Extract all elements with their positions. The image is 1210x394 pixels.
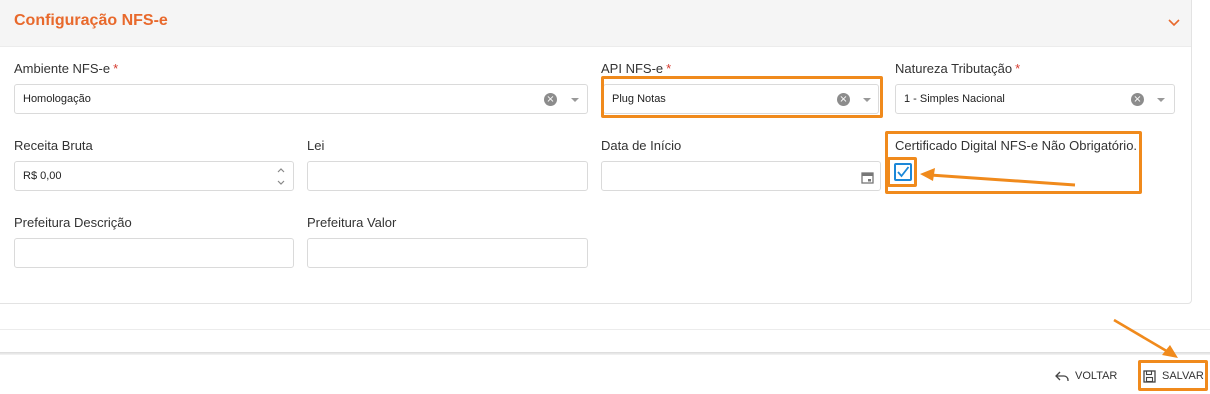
annotation-arrow [920,168,1076,187]
divider [0,329,1210,330]
required-marker: * [113,61,119,76]
dropdown-caret-icon[interactable] [1157,98,1165,102]
highlight-api-box [601,76,883,118]
data-inicio-input[interactable] [601,161,881,191]
required-marker: * [666,61,672,76]
voltar-button[interactable]: VOLTAR [1055,363,1117,389]
panel-header[interactable]: Configuração NFS-e [0,0,1191,47]
spinner-down-icon[interactable] [276,179,286,187]
prefeitura-valor-input[interactable] [307,238,588,268]
page: Configuração NFS-e Ambiente NFS-e * Homol… [0,0,1210,394]
clear-icon[interactable]: × [544,93,557,106]
prefeitura-descricao-input[interactable] [14,238,294,268]
dropdown-caret-icon[interactable] [571,98,579,102]
natureza-label: Natureza Tributação * [895,61,1021,76]
api-label: API NFS-e * [601,61,672,76]
spinner-up-icon[interactable] [276,166,286,174]
back-arrow-icon [1055,371,1069,381]
prefeitura-descricao-label: Prefeitura Descrição [14,215,132,230]
lei-label: Lei [307,138,325,153]
required-marker: * [1015,61,1021,76]
receita-label: Receita Bruta [14,138,93,153]
prefeitura-valor-label: Prefeitura Valor [307,215,397,230]
ambiente-select[interactable]: Homologação × [14,84,588,114]
calendar-icon[interactable] [861,171,874,184]
footer-shadow [0,352,1210,355]
annotation-arrow [1113,318,1178,358]
ambiente-label: Ambiente NFS-e * [14,61,119,76]
highlight-salvar-box [1138,360,1208,391]
chevron-down-icon[interactable] [1167,16,1181,30]
data-inicio-label: Data de Início [601,138,682,153]
natureza-select[interactable]: 1 - Simples Nacional × [895,84,1175,114]
clear-icon[interactable]: × [1131,93,1144,106]
lei-input[interactable] [307,161,588,191]
highlight-checkbox-box [887,157,917,187]
panel-title: Configuração NFS-e [14,12,168,29]
receita-input[interactable]: R$ 0,00 [14,161,294,191]
